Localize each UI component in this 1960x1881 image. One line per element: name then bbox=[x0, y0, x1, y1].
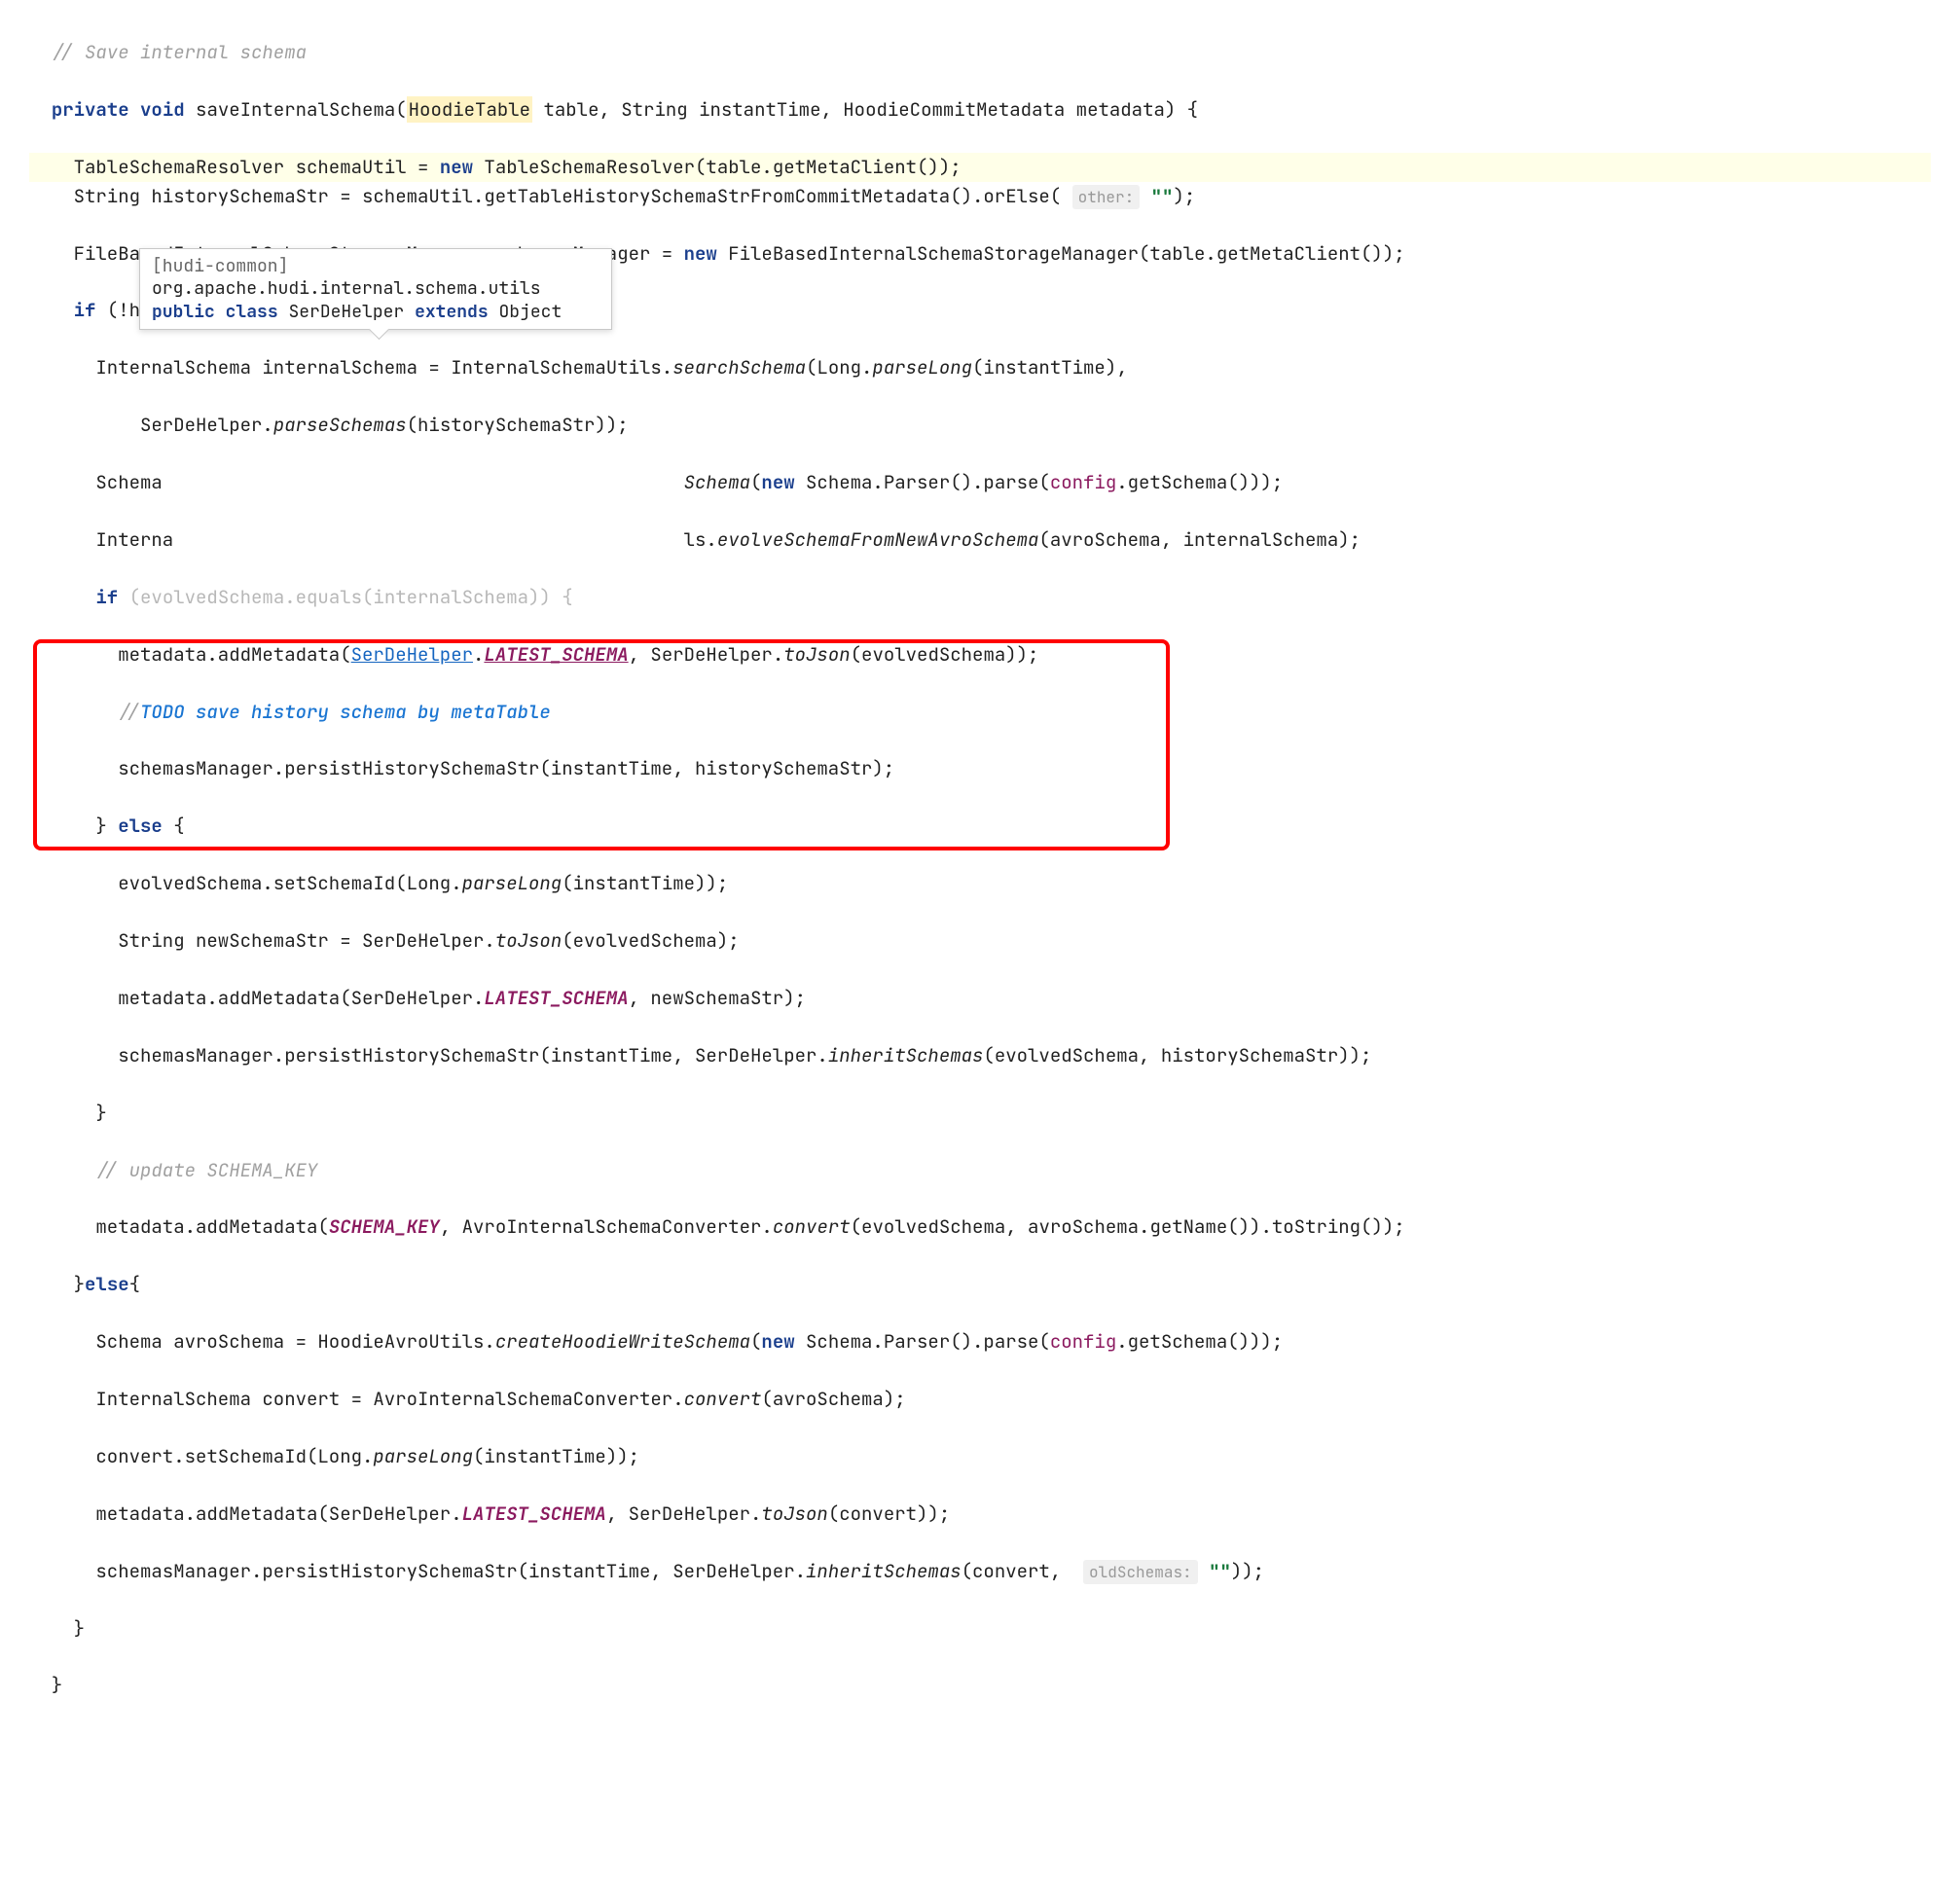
field-config: config bbox=[1050, 1329, 1116, 1354]
comment: // Save internal schema bbox=[29, 40, 307, 64]
method-signature: saveInternalSchema( bbox=[185, 97, 407, 122]
code-editor[interactable]: // Save internal schema private void sav… bbox=[0, 0, 1960, 1881]
keyword-private: private bbox=[52, 97, 129, 122]
tooltip-classname: SerDeHelper bbox=[288, 301, 404, 323]
param-hint-oldschemas: oldSchemas: bbox=[1083, 1560, 1198, 1584]
tooltip-super: Object bbox=[498, 301, 562, 323]
type-hoodietable-highlight: HoodieTable bbox=[407, 96, 532, 123]
keyword-new: new bbox=[684, 241, 717, 266]
field-config: config bbox=[1050, 470, 1116, 494]
latest-schema-field: LATEST_SCHEMA bbox=[462, 1501, 606, 1526]
keyword-new: new bbox=[761, 470, 794, 494]
static-call: searchSchema bbox=[672, 355, 806, 380]
keyword-else: else bbox=[118, 814, 163, 838]
keyword-new: new bbox=[440, 155, 473, 179]
param-hint-other: other: bbox=[1072, 185, 1141, 209]
keyword-if: if bbox=[95, 585, 118, 609]
serdehelper-link[interactable]: SerDeHelper bbox=[351, 642, 473, 667]
tooltip-module: [hudi-common] bbox=[152, 255, 288, 277]
keyword-if: if bbox=[74, 298, 96, 322]
latest-schema-field: LATEST_SCHEMA bbox=[484, 986, 628, 1010]
latest-schema-field[interactable]: LATEST_SCHEMA bbox=[484, 642, 628, 667]
keyword-else: else bbox=[85, 1272, 129, 1296]
tooltip-package: org.apache.hudi.internal.schema.utils bbox=[152, 277, 541, 300]
quick-doc-tooltip: [hudi-common] org.apache.hudi.internal.s… bbox=[139, 248, 612, 330]
tooltip-extends: extends bbox=[415, 301, 489, 323]
string-literal: "" bbox=[1209, 1559, 1231, 1583]
keyword-new: new bbox=[761, 1329, 794, 1354]
string-literal: "" bbox=[1151, 184, 1174, 208]
schema-key-field: SCHEMA_KEY bbox=[329, 1214, 440, 1239]
todo-comment: TODO save history schema by metaTable bbox=[140, 700, 551, 724]
keyword-void: void bbox=[140, 97, 185, 122]
tooltip-public: public bbox=[152, 301, 215, 323]
comment: // update SCHEMA_KEY bbox=[29, 1158, 317, 1182]
tooltip-class: class bbox=[226, 301, 278, 323]
